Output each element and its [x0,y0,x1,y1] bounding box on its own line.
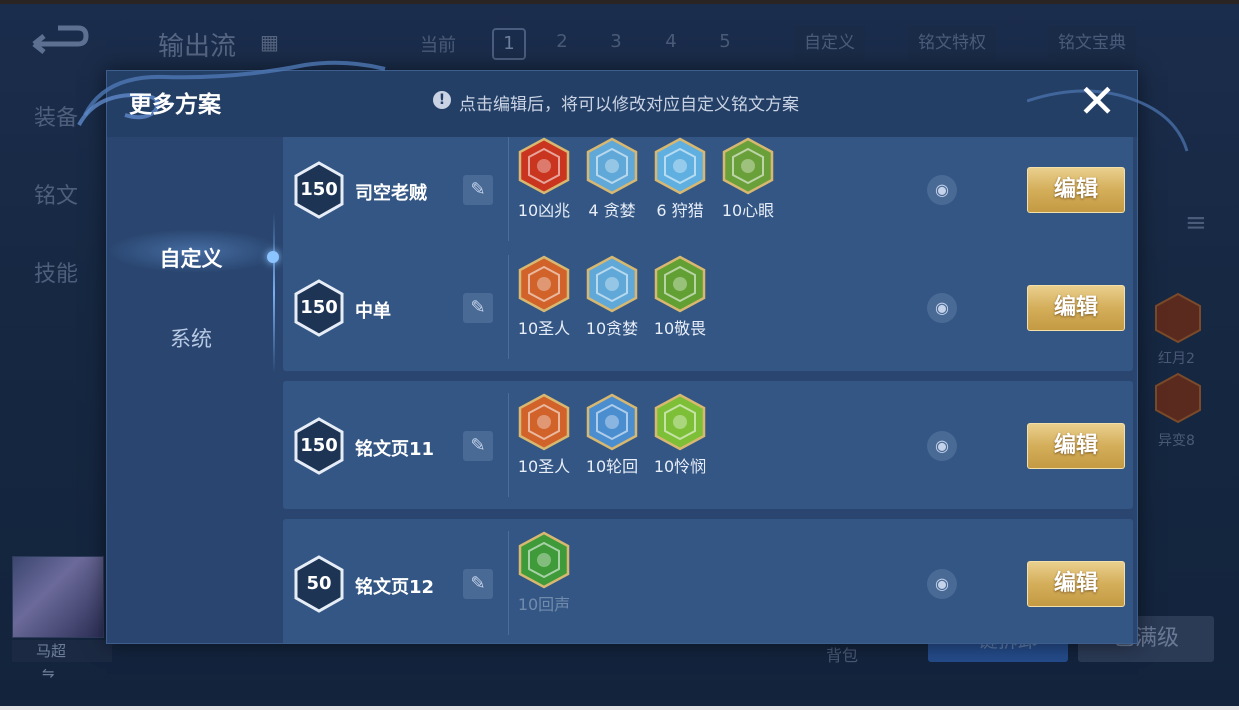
edit-button[interactable]: 编辑 [1027,167,1125,213]
side-item-equipment[interactable]: 装备 [34,100,78,132]
level-badge: 50 [293,555,345,613]
preview-eye-icon[interactable]: ◉ [927,569,957,599]
edit-button[interactable]: 编辑 [1027,285,1125,331]
rename-pen-icon[interactable]: ✎ [463,293,493,323]
level-value: 150 [300,435,338,456]
scheme-list[interactable]: 150 司空老贼 ✎ 10凶兆 4 贪婪 6 狩猎 10心眼 ◉ 编辑 150 中单 ✎ 10圣人 10贪… [283,137,1135,643]
tab-divider [273,213,275,373]
bottom-strip [0,706,1239,710]
page-1-tab[interactable]: 1 [492,28,526,60]
hero-avatar[interactable] [12,556,104,638]
row-divider [508,255,509,359]
custom-scheme-button[interactable]: 自定义 [794,26,865,60]
page-2-tab[interactable]: 2 [547,28,577,56]
hero-name-bar: 马超 ⇋ [12,640,112,682]
page-3-tab[interactable]: 3 [601,28,631,56]
rune-label: 10怜悯 [653,457,707,476]
level-value: 150 [300,297,338,318]
tab-system[interactable]: 系统 [107,323,275,353]
more-schemes-dialog: 更多方案 ! 点击编辑后，将可以修改对应自定义铭文方案 ✕ 自定义 系统 150… [77,60,1189,644]
rune-label: 10回声 [517,595,571,614]
rune-privilege-button[interactable]: 铭文特权 [908,26,996,60]
level-badge: 150 [293,279,345,337]
rune-label: 10凶兆 [517,201,571,220]
rune-label: 10圣人 [517,457,571,476]
bg-rune-label: 红月2 [1158,351,1195,367]
swap-icon[interactable]: ⇋ [42,664,55,682]
scheme-row[interactable]: 150 铭文页11 ✎ 10圣人 10轮回 10怜悯 ◉ 编辑 [283,381,1133,509]
row-divider [508,531,509,635]
rename-pen-icon[interactable]: ✎ [463,431,493,461]
rune-label: 10轮回 [585,457,639,476]
scheme-name: 铭文页11 [355,439,435,460]
grid-icon[interactable]: ▦ [260,30,282,54]
scheme-name: 铭文页12 [355,577,435,598]
level-value: 150 [300,179,338,200]
rune-label: 4 贪婪 [588,201,636,220]
preview-eye-icon[interactable]: ◉ [927,431,957,461]
rename-pen-icon[interactable]: ✎ [463,569,493,599]
current-label: 当前 [420,35,456,56]
info-text: 点击编辑后，将可以修改对应自定义铭文方案 [459,95,799,115]
edit-button[interactable]: 编辑 [1027,423,1125,469]
side-item-runes[interactable]: 铭文 [34,178,78,210]
list-icon[interactable]: ≡ [1185,208,1207,238]
rename-pen-icon[interactable]: ✎ [463,175,493,205]
rune-icon[interactable] [653,255,707,313]
rune-icon[interactable] [585,393,639,451]
level-badge: 150 [293,161,345,219]
bag-label[interactable]: 背包 [826,642,858,666]
dialog-title: 更多方案 [129,92,221,118]
cloud-swirl-decoration [77,60,386,126]
back-arrow-icon[interactable] [28,24,90,58]
preview-eye-icon[interactable]: ◉ [927,293,957,323]
rune-icon[interactable] [653,137,707,195]
rune-icon[interactable] [517,255,571,313]
rune-icon[interactable] [721,137,775,195]
info-icon: ! [433,91,451,109]
hero-name: 马超 [36,642,67,660]
top-strip [0,0,1239,4]
rune-icon[interactable] [517,137,571,195]
side-item-skills[interactable]: 技能 [34,256,78,288]
preview-eye-icon[interactable]: ◉ [927,175,957,205]
active-tab-indicator [267,251,279,263]
level-badge: 150 [293,417,345,475]
tab-custom[interactable]: 自定义 [107,243,275,273]
rune-icon[interactable] [653,393,707,451]
scheme-category-panel: 自定义 系统 [107,137,283,643]
rune-icon[interactable] [585,137,639,195]
bg-rune-label: 异变8 [1158,433,1195,449]
rune-label: 10心眼 [721,201,775,220]
page-5-tab[interactable]: 5 [710,28,740,56]
level-value: 50 [306,573,332,594]
rune-label: 10贪婪 [585,319,639,338]
rune-label: 10敬畏 [653,319,707,338]
bg-rune-icon [1155,372,1201,424]
scheme-row[interactable]: 50 铭文页12 ✎ 10回声 ◉ 编辑 [283,519,1133,643]
rune-privilege-label: 铭文特权 [918,33,986,53]
rune-icon[interactable] [517,531,571,589]
rune-label: 6 狩猎 [656,201,704,220]
edit-button[interactable]: 编辑 [1027,561,1125,607]
scheme-name: 中单 [355,301,391,322]
rune-icon[interactable] [585,255,639,313]
close-button[interactable]: ✕ [1073,77,1121,125]
rune-codex-button[interactable]: 铭文宝典 [1048,26,1136,60]
bg-rune-icon [1155,292,1201,344]
row-divider [508,393,509,497]
row-divider [508,137,509,241]
rune-codex-label: 铭文宝典 [1058,33,1126,53]
scheme-row[interactable]: 150 中单 ✎ 10圣人 10贪婪 10敬畏 ◉ 编辑 [283,243,1133,371]
rune-icon[interactable] [517,393,571,451]
scheme-row[interactable]: 150 司空老贼 ✎ 10凶兆 4 贪婪 6 狩猎 10心眼 ◉ 编辑 [283,137,1133,253]
scheme-name: 司空老贼 [355,183,427,204]
page-4-tab[interactable]: 4 [656,28,686,56]
rune-label: 10圣人 [517,319,571,338]
